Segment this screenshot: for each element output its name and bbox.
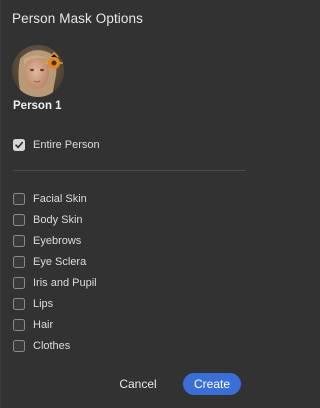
checkbox-unchecked-icon [13, 235, 25, 247]
checkbox-checked-icon [13, 139, 25, 151]
checkbox-label: Eye Sclera [33, 256, 87, 268]
person-thumbnail-image [12, 45, 64, 97]
checkbox-unchecked-icon [13, 319, 25, 331]
entire-person-checkbox[interactable]: Entire Person [13, 137, 100, 153]
checkbox-unchecked-icon [13, 277, 25, 289]
person-thumbnail[interactable] [12, 45, 64, 97]
body-skin-checkbox[interactable]: Body Skin [13, 212, 83, 228]
checkbox-label: Eyebrows [33, 235, 82, 247]
section-divider [13, 170, 246, 171]
checkbox-unchecked-icon [13, 214, 25, 226]
checkbox-unchecked-icon [13, 256, 25, 268]
checkbox-label: Clothes [33, 340, 71, 352]
checkbox-unchecked-icon [13, 193, 25, 205]
person-name-label: Person 1 [13, 100, 62, 112]
facial-skin-checkbox[interactable]: Facial Skin [13, 191, 87, 207]
cancel-button[interactable]: Cancel [109, 374, 167, 394]
checkbox-label: Facial Skin [33, 193, 87, 205]
lips-checkbox[interactable]: Lips [13, 296, 53, 312]
entire-person-label: Entire Person [33, 139, 100, 151]
create-button[interactable]: Create [183, 373, 241, 395]
eyebrows-checkbox[interactable]: Eyebrows [13, 233, 81, 249]
checkbox-label: Lips [33, 298, 54, 310]
iris-and-pupil-checkbox[interactable]: Iris and Pupil [13, 275, 97, 291]
checkbox-label: Hair [33, 319, 54, 331]
checkbox-unchecked-icon [13, 298, 25, 310]
hair-checkbox[interactable]: Hair [13, 317, 53, 333]
panel-title: Person Mask Options [12, 11, 143, 26]
person-mask-options-panel: Person Mask Options Person 1 Entire Pers… [0, 0, 254, 408]
checkbox-label: Iris and Pupil [33, 277, 97, 289]
checkbox-unchecked-icon [13, 340, 25, 352]
eye-sclera-checkbox[interactable]: Eye Sclera [13, 254, 86, 270]
clothes-checkbox[interactable]: Clothes [13, 338, 70, 354]
checkbox-label: Body Skin [33, 214, 83, 226]
